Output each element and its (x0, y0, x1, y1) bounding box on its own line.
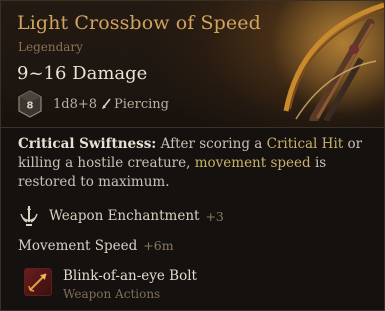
passive-name: Critical Swiftness: (18, 136, 157, 152)
sword-enchant-icon (20, 206, 38, 226)
piercing-arrow-icon (102, 98, 111, 109)
weapon-enchantment-row: Weapon Enchantment +3 (17, 204, 224, 228)
movement-speed-row: Movement Speed +6m (18, 238, 174, 254)
dice-formula: 1d8+8 (53, 96, 98, 112)
tooltip-header: Light Crossbow of Speed Legendary 9~16 D… (1, 1, 384, 127)
enchantment-label: Weapon Enchantment (49, 208, 200, 224)
movement-speed-value: +6m (143, 238, 174, 253)
dice-value: 8 (27, 101, 34, 112)
passive-description: Critical Swiftness: After scoring a Crit… (18, 135, 368, 192)
d8-dice-icon: 8 (18, 90, 42, 118)
item-title: Light Crossbow of Speed (17, 12, 261, 34)
movement-speed-label: Movement Speed (18, 238, 138, 254)
crossbow-art-icon (266, 1, 384, 121)
bolt-arrow-glyph-icon (28, 273, 47, 292)
header-divider (1, 127, 384, 128)
action-category: Weapon Actions (63, 287, 161, 301)
passive-text-1: After scoring a (156, 136, 267, 152)
damage-range: 9~16 Damage (17, 63, 148, 84)
damage-dice-row: 8 1d8+8 Piercing (17, 90, 169, 118)
item-rarity: Legendary (18, 40, 83, 54)
blink-bolt-icon[interactable] (24, 268, 52, 296)
action-name[interactable]: Blink-of-an-eye Bolt (63, 268, 197, 284)
damage-type: Piercing (114, 96, 169, 112)
keyword-movement-speed[interactable]: movement speed (195, 155, 311, 171)
enchantment-value: +3 (205, 208, 224, 224)
item-tooltip: Light Crossbow of Speed Legendary 9~16 D… (0, 0, 385, 311)
keyword-critical-hit[interactable]: Critical Hit (267, 136, 344, 152)
